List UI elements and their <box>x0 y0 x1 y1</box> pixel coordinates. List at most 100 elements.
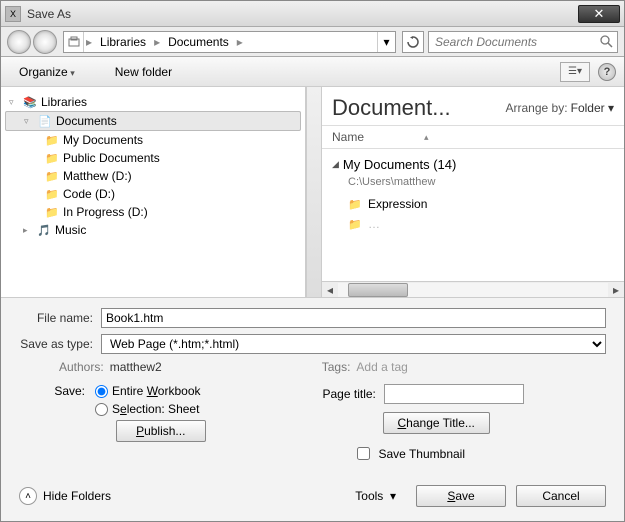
music-icon: 🎵 <box>37 223 51 237</box>
save-button[interactable]: Save <box>416 485 506 507</box>
body: ▿ 📚 Libraries ▿ 📄 Documents 📁 My Documen… <box>1 87 624 297</box>
save-label: Save: <box>19 384 91 398</box>
tree-item-matthew-d[interactable]: 📁 Matthew (D:) <box>1 167 305 185</box>
new-folder-button[interactable]: New folder <box>105 62 182 82</box>
collapse-icon: ◢ <box>332 159 339 170</box>
organize-button[interactable]: Organize <box>9 62 85 82</box>
filename-label: File name: <box>19 311 101 325</box>
column-header-name[interactable]: Name ▴ <box>322 126 624 149</box>
folder-icon: 📁 <box>348 217 362 231</box>
breadcrumb-libraries[interactable]: Libraries <box>94 35 152 49</box>
back-button[interactable] <box>7 30 31 54</box>
tags-label: Tags: <box>322 360 351 374</box>
scroll-right-icon[interactable]: ▸ <box>608 283 624 297</box>
titlebar: X Save As ✕ <box>1 1 624 27</box>
publish-button[interactable]: Publish... <box>116 420 206 442</box>
save-as-dialog: X Save As ✕ ▸ Libraries ▸ Documents ▸ ▾ <box>0 0 625 522</box>
tree-label: In Progress (D:) <box>63 205 148 219</box>
list-item[interactable]: 📁 Expression <box>322 194 624 214</box>
list-item[interactable]: 📁 … <box>322 214 624 234</box>
toolbar: Organize New folder ☰▾ ? <box>1 57 624 87</box>
folder-icon: 📁 <box>45 133 59 147</box>
horizontal-scrollbar[interactable]: ◂ ▸ <box>322 281 624 297</box>
tree-label: My Documents <box>63 133 143 147</box>
radio-entire-workbook[interactable] <box>95 385 108 398</box>
tree-item-in-progress-d[interactable]: 📁 In Progress (D:) <box>1 203 305 221</box>
app-icon: X <box>5 6 21 22</box>
folder-icon: 📁 <box>45 205 59 219</box>
chevron-right-icon: ▸ <box>152 35 162 49</box>
refresh-button[interactable] <box>402 31 424 53</box>
window-title: Save As <box>27 7 578 21</box>
tree-item-music[interactable]: ▸ 🎵 Music <box>1 221 305 239</box>
tags-value[interactable]: Add a tag <box>356 360 407 374</box>
expand-icon: ▿ <box>9 97 19 108</box>
page-title-input[interactable] <box>384 384 524 404</box>
tree-item-code-d[interactable]: 📁 Code (D:) <box>1 185 305 203</box>
scroll-left-icon[interactable]: ◂ <box>322 283 338 297</box>
content-heading: Document... <box>332 95 451 121</box>
hide-folders-label: Hide Folders <box>43 489 111 503</box>
view-button[interactable]: ☰▾ <box>560 62 590 82</box>
radio-label-selection: Selection: Sheet <box>112 402 199 416</box>
tree-label: Public Documents <box>63 151 160 165</box>
expand-icon: ▿ <box>24 116 34 127</box>
filetype-label: Save as type: <box>19 337 101 351</box>
file-list: ◢ My Documents (14) C:\Users\matthew 📁 E… <box>322 149 624 281</box>
folder-icon: 📁 <box>45 187 59 201</box>
tree-label: Code (D:) <box>63 187 115 201</box>
scroll-track[interactable] <box>338 283 608 297</box>
breadcrumb-documents[interactable]: Documents <box>162 35 235 49</box>
tree-item-my-documents[interactable]: 📁 My Documents <box>1 131 305 149</box>
radio-selection-sheet[interactable] <box>95 403 108 416</box>
save-form: File name: Save as type: Web Page (*.htm… <box>1 297 624 477</box>
breadcrumb-bar[interactable]: ▸ Libraries ▸ Documents ▸ ▾ <box>63 31 396 53</box>
tree-item-documents[interactable]: ▿ 📄 Documents <box>5 111 301 131</box>
arrange-label: Arrange by: <box>506 101 568 115</box>
nav-scrollbar[interactable] <box>306 87 322 297</box>
radio-label-workbook: Entire Workbook <box>112 384 201 398</box>
folder-icon: 📁 <box>45 151 59 165</box>
group-name: My Documents (14) <box>343 157 456 172</box>
libraries-icon: 📚 <box>23 95 37 109</box>
filetype-select[interactable]: Web Page (*.htm;*.html) <box>101 334 606 354</box>
expand-icon: ▸ <box>23 225 33 236</box>
tree-item-libraries[interactable]: ▿ 📚 Libraries <box>1 93 305 111</box>
sort-indicator-icon: ▴ <box>424 132 429 143</box>
save-thumbnail-checkbox[interactable] <box>357 447 370 460</box>
breadcrumb-dropdown[interactable]: ▾ <box>377 32 395 52</box>
folder-icon: 📁 <box>45 169 59 183</box>
folder-icon: 📁 <box>348 197 362 211</box>
arrange-dropdown[interactable]: Folder ▾ <box>571 101 614 115</box>
item-name: Expression <box>368 197 427 211</box>
arrange-by: Arrange by: Folder ▾ <box>506 101 614 115</box>
tree-label: Matthew (D:) <box>63 169 132 183</box>
tree-label: Libraries <box>41 95 87 109</box>
tree-label: Music <box>55 223 86 237</box>
cancel-button[interactable]: Cancel <box>516 485 606 507</box>
page-title-label: Page title: <box>323 387 376 401</box>
search-input[interactable] <box>433 34 600 50</box>
search-box[interactable] <box>428 31 618 53</box>
dialog-footer: ˄ Hide Folders Tools ▾ Save Cancel <box>1 477 624 521</box>
authors-label: Authors: <box>59 360 104 374</box>
navigation-pane: ▿ 📚 Libraries ▿ 📄 Documents 📁 My Documen… <box>1 87 306 297</box>
hide-folders-button[interactable]: ˄ Hide Folders <box>19 487 111 505</box>
tree-item-public-documents[interactable]: 📁 Public Documents <box>1 149 305 167</box>
tree-label: Documents <box>56 114 117 128</box>
change-title-button[interactable]: Change Title... <box>383 412 490 434</box>
filename-input[interactable] <box>101 308 606 328</box>
save-thumbnail-label: Save Thumbnail <box>379 447 466 461</box>
search-icon <box>600 35 613 48</box>
chevron-up-icon: ˄ <box>19 487 37 505</box>
help-button[interactable]: ? <box>598 63 616 81</box>
tools-dropdown[interactable]: Tools ▾ <box>345 486 406 506</box>
authors-value[interactable]: matthew2 <box>110 360 162 374</box>
navbar: ▸ Libraries ▸ Documents ▸ ▾ <box>1 27 624 57</box>
location-icon <box>64 32 84 52</box>
forward-button[interactable] <box>33 30 57 54</box>
scroll-thumb[interactable] <box>348 283 408 297</box>
chevron-right-icon: ▸ <box>235 35 245 49</box>
close-button[interactable]: ✕ <box>578 5 620 23</box>
group-my-documents[interactable]: ◢ My Documents (14) <box>322 153 624 176</box>
